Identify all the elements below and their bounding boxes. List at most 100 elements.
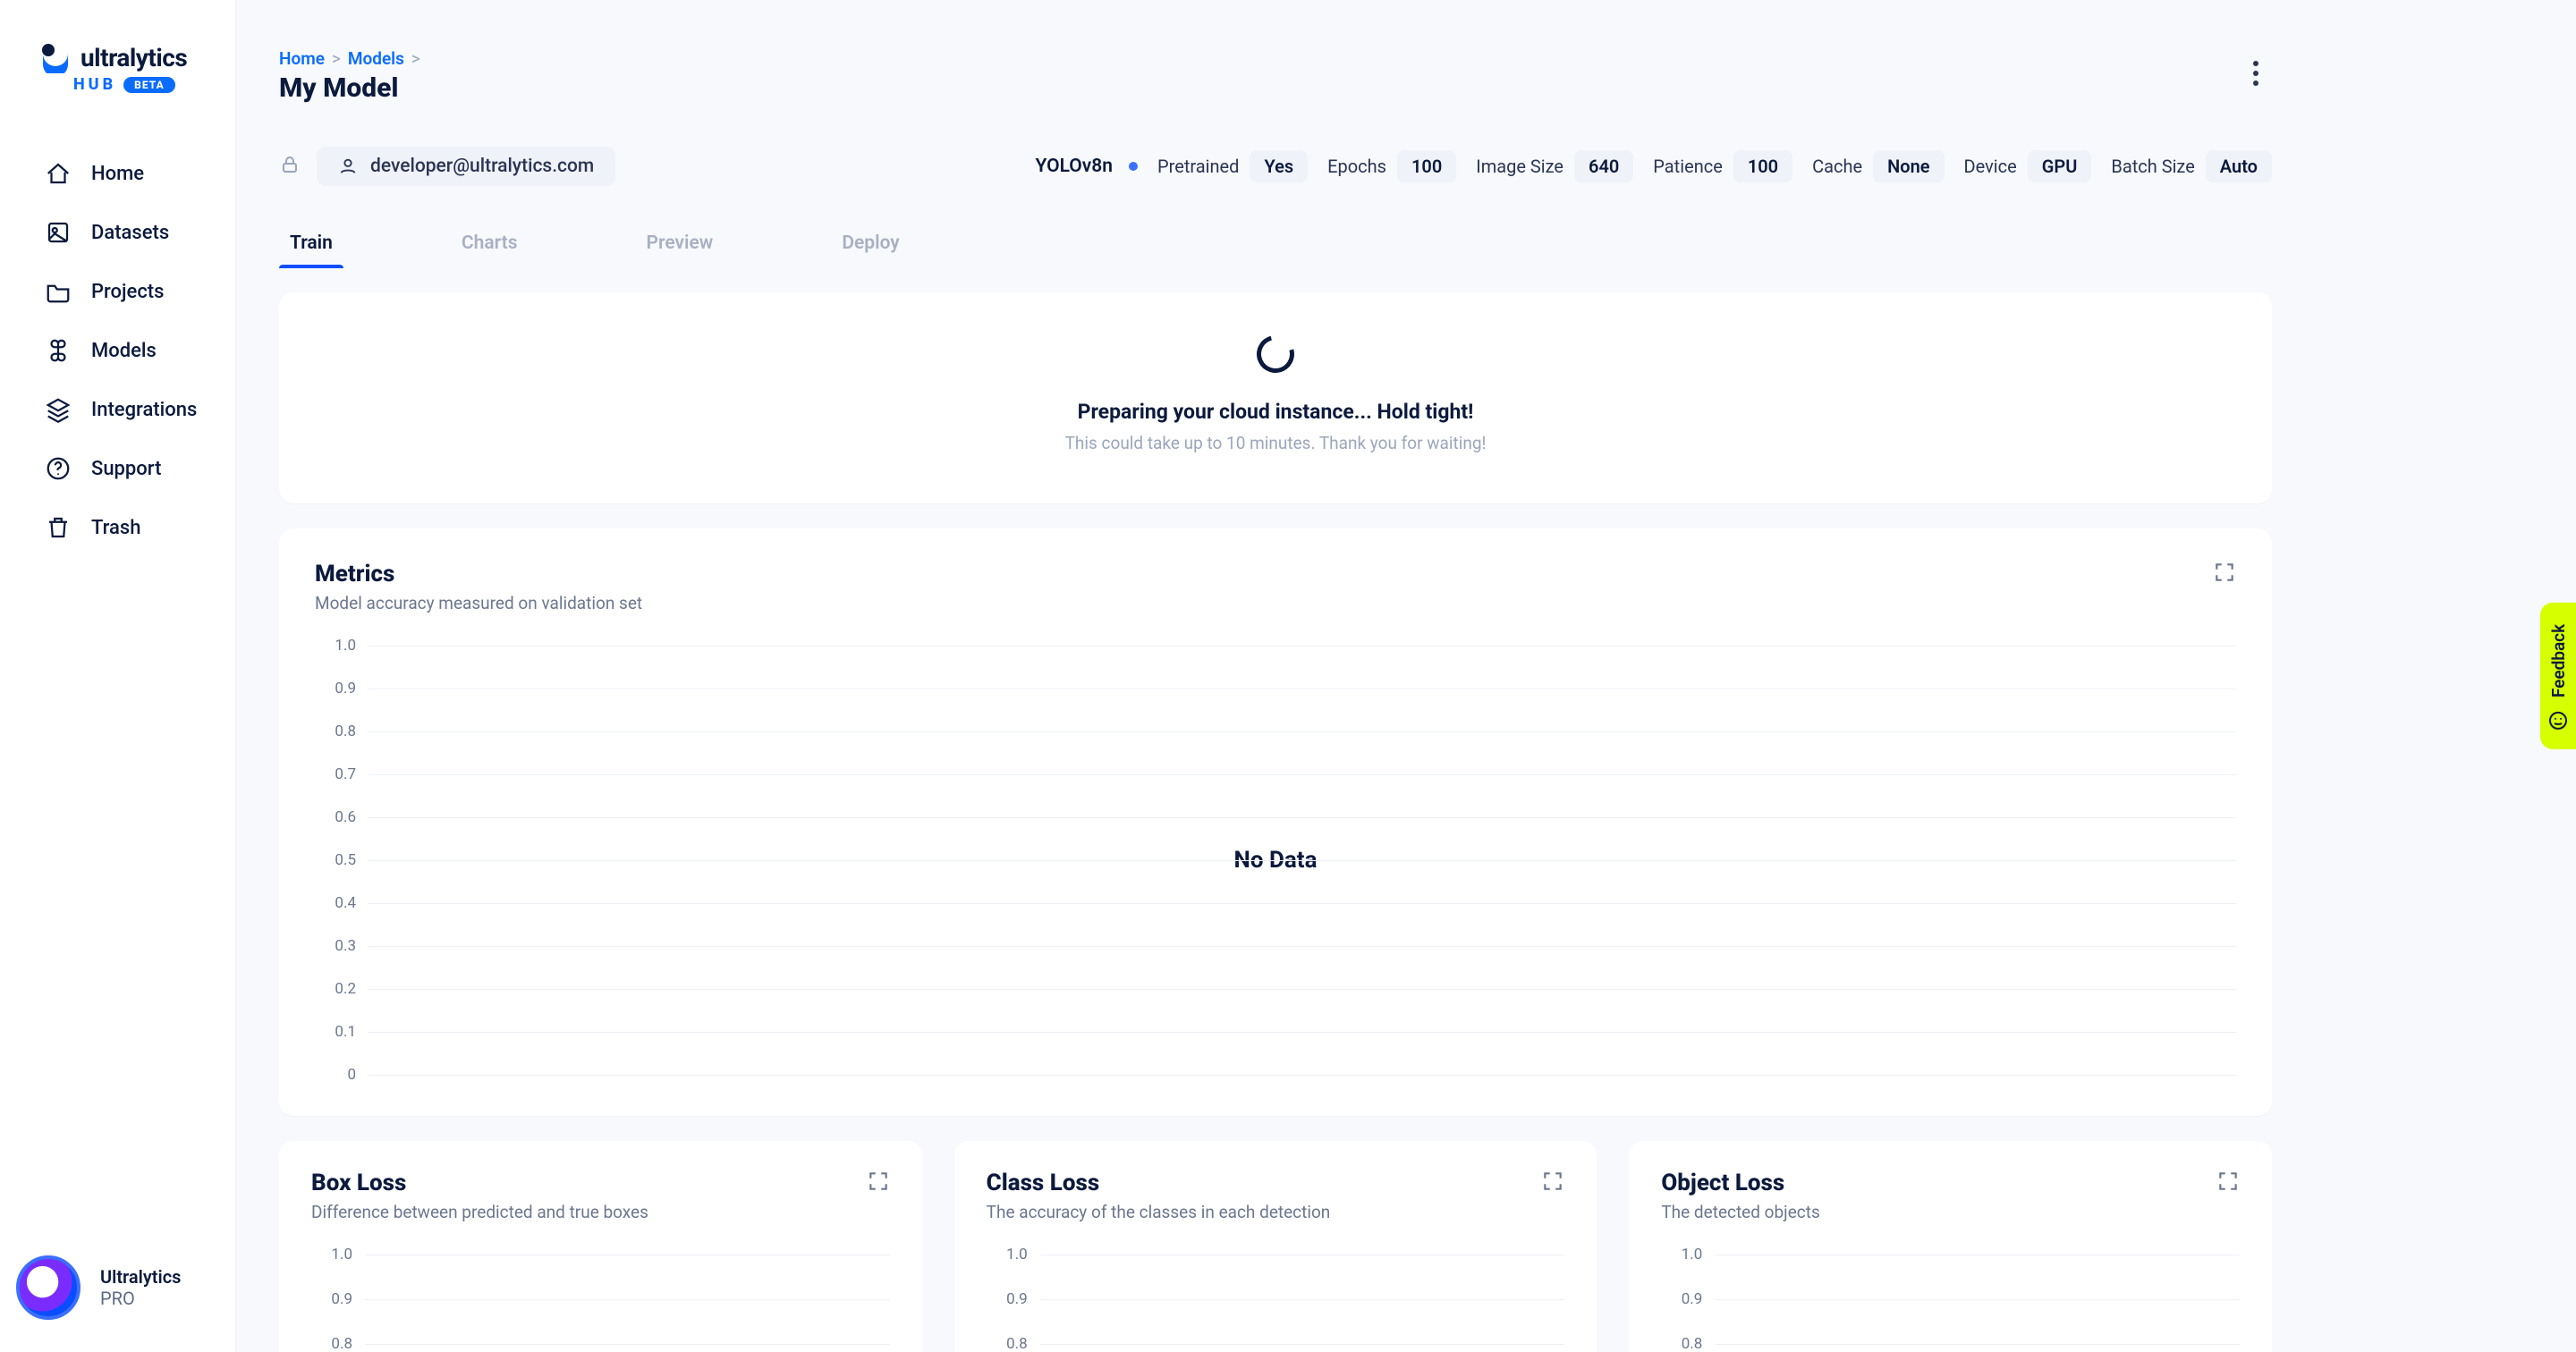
y-tick-label: 0.9 [311,1290,352,1308]
tab-train[interactable]: Train [279,220,343,266]
trash-icon [45,514,72,541]
param-key: Device [1964,156,2017,177]
tab-preview[interactable]: Preview [636,220,724,266]
gridline [1715,1299,2240,1300]
y-tick-label: 1.0 [987,1246,1028,1263]
gridline [369,946,2236,947]
loss-sub: Difference between predicted and true bo… [311,1202,648,1222]
param-value: Yes [1250,150,1308,182]
image-icon [45,219,72,246]
hub-label: HUB [73,75,116,94]
param-value: 100 [1733,150,1792,182]
y-tick-label: 0.3 [315,937,356,955]
param-key: Patience [1653,156,1723,177]
status-card: Preparing your cloud instance... Hold ti… [279,292,2272,503]
expand-button[interactable] [2216,1170,2240,1196]
status-sub: This could take up to 10 minutes. Thank … [315,433,2236,453]
status-title: Preparing your cloud instance... Hold ti… [315,400,2236,424]
param-batch-size: Batch Size Auto [2111,150,2272,182]
owner-email: developer@ultralytics.com [370,156,594,177]
y-tick-label: 0.5 [315,851,356,869]
expand-button[interactable] [1541,1170,1564,1196]
param-value: GPU [2028,150,2092,182]
param-value: 640 [1574,150,1633,182]
brand-subtitle: HUB BETA [0,73,235,94]
sidebar-item-label: Projects [91,281,164,303]
expand-icon [2216,1170,2240,1193]
gridline [365,1344,890,1345]
sidebar-item-home[interactable]: Home [0,144,235,203]
metrics-sub: Model accuracy measured on validation se… [315,593,642,613]
y-tick-label: 0.9 [987,1290,1028,1308]
brand-logo[interactable]: ultralytics [0,0,235,73]
param-key: Pretrained [1157,156,1239,177]
user-block[interactable]: Ultralytics PRO [16,1255,181,1320]
owner-pill[interactable]: developer@ultralytics.com [317,147,615,186]
crumb-home[interactable]: Home [279,48,325,69]
sidebar-item-datasets[interactable]: Datasets [0,203,235,262]
param-value: 100 [1397,150,1456,182]
gridline [1715,1344,2240,1345]
user-plan: PRO [100,1288,181,1309]
spinner-icon [1250,328,1301,379]
tabs: Train Charts Preview Deploy [279,220,2272,267]
sidebar-item-label: Integrations [91,399,197,421]
param-patience: Patience 100 [1653,150,1792,182]
metrics-card: Metrics Model accuracy measured on valid… [279,528,2272,1116]
param-device: Device GPU [1964,150,2092,182]
more-actions-button[interactable] [2240,57,2272,89]
loss-title: Box Loss [311,1170,648,1196]
y-tick-label: 0 [315,1066,356,1084]
param-value: Auto [2206,150,2272,182]
sidebar-item-trash[interactable]: Trash [0,498,235,557]
folder-icon [45,278,72,305]
gridline [369,731,2236,732]
breadcrumb: Home> Models> [279,48,420,69]
gridline [369,1032,2236,1033]
tab-charts[interactable]: Charts [451,220,529,266]
expand-icon [1541,1170,1564,1193]
home-icon [45,160,72,187]
y-tick-label: 0.8 [987,1335,1028,1352]
expand-icon [2213,561,2236,584]
expand-button[interactable] [867,1170,890,1196]
sidebar-item-support[interactable]: Support [0,439,235,498]
sidebar-item-label: Datasets [91,222,169,244]
param-image-size: Image Size640 [1476,150,1633,182]
param-key: Cache [1812,156,1862,177]
metrics-title: Metrics [315,561,642,587]
loss-card-class-loss: Class Loss The accuracy of the classes in… [954,1141,1597,1352]
loss-title: Class Loss [987,1170,1331,1196]
gridline [369,989,2236,990]
train-params: PretrainedYesEpochs100Image Size640Patie… [1157,150,2272,182]
gridline [369,860,2236,861]
beta-badge: BETA [123,77,175,93]
layers-icon [45,396,72,423]
param-value: None [1873,150,1944,182]
loss-sub: The accuracy of the classes in each dete… [987,1202,1331,1222]
sidebar-item-projects[interactable]: Projects [0,262,235,321]
sidebar-item-label: Trash [91,517,140,539]
page-title: My Model [279,72,420,104]
feedback-tab[interactable]: Feedback [2540,603,2576,749]
metrics-chart: No Data 1.00.90.80.70.60.50.40.30.20.10 [315,637,2236,1084]
sidebar-nav: Home Datasets Projects Models Integrations Su… [0,144,235,557]
gridline [369,1075,2236,1076]
loss-chart: 1.00.90.80.70.6 [311,1246,890,1352]
sidebar-item-models[interactable]: Models [0,321,235,380]
expand-button[interactable] [2213,561,2236,587]
feedback-label: Feedback [2548,624,2569,697]
tab-deploy[interactable]: Deploy [831,220,910,266]
loss-chart: 1.00.90.80.70.6 [1661,1246,2240,1352]
brand-word: ultralytics [80,43,187,72]
gridline [365,1299,890,1300]
sidebar-item-integrations[interactable]: Integrations [0,380,235,439]
help-icon [45,455,72,482]
y-tick-label: 0.4 [315,894,356,912]
crumb-models[interactable]: Models [348,48,404,69]
param-key: Batch Size [2111,156,2194,177]
param-pretrained: Pretrained Yes [1157,150,1308,182]
y-tick-label: 1.0 [315,637,356,655]
y-tick-label: 0.8 [1661,1335,1702,1352]
user-icon [338,156,358,176]
